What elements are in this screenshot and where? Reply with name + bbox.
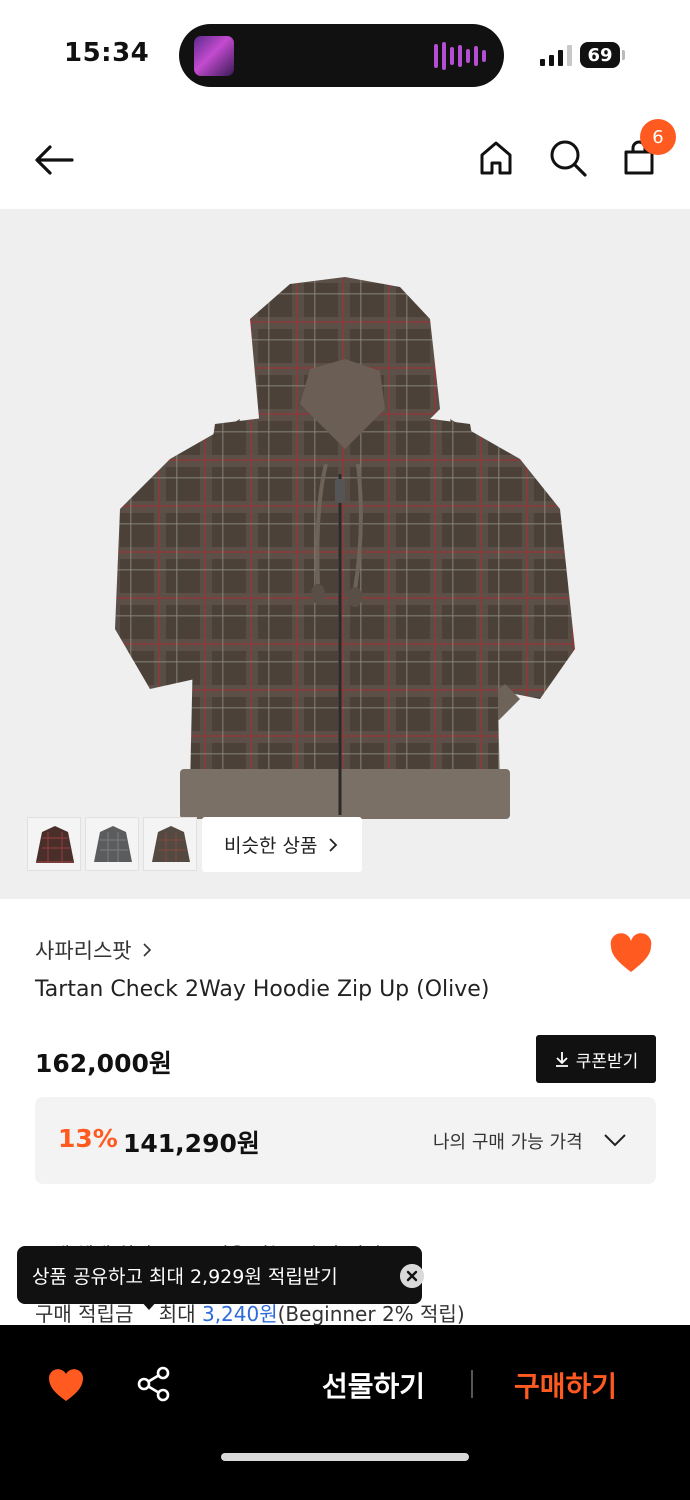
audio-waveform-icon bbox=[434, 42, 486, 70]
chevron-down-icon bbox=[604, 1134, 626, 1147]
cellular-signal-icon bbox=[540, 44, 572, 66]
coupon-button[interactable]: 쿠폰받기 bbox=[536, 1035, 656, 1083]
home-icon[interactable] bbox=[474, 136, 518, 180]
thumbnail-2[interactable] bbox=[85, 817, 139, 871]
toast-text: 상품 공유하고 최대 2,929원 적립받기 bbox=[32, 1265, 338, 1288]
thumbnail-plaid-olive-icon bbox=[152, 826, 190, 862]
points-label: 구매 적립금 bbox=[35, 1302, 134, 1326]
points-suffix: (Beginner 2% 적립) bbox=[277, 1302, 465, 1326]
product-image-gallery[interactable]: 비슷한 상품 bbox=[0, 209, 690, 899]
product-photo bbox=[115, 277, 575, 819]
download-icon bbox=[555, 1052, 568, 1067]
points-prefix: 최대 bbox=[158, 1302, 202, 1326]
status-time: 15:34 bbox=[64, 38, 150, 68]
like-heart-icon[interactable] bbox=[46, 1366, 86, 1404]
brand-link[interactable]: 사파리스팟 bbox=[35, 935, 152, 965]
back-arrow-icon[interactable] bbox=[30, 138, 78, 182]
share-reward-toast[interactable]: 상품 공유하고 최대 2,929원 적립받기 bbox=[17, 1246, 424, 1304]
brand-name: 사파리스팟 bbox=[35, 939, 132, 963]
thumbnail-plaid-grey-icon bbox=[94, 826, 132, 862]
toast-pointer bbox=[140, 1300, 158, 1310]
points-amount: 3,240원 bbox=[201, 1302, 278, 1326]
action-divider bbox=[471, 1370, 473, 1398]
battery-tip-icon bbox=[622, 50, 625, 60]
dynamic-island[interactable] bbox=[179, 24, 504, 87]
thumbnail-strip bbox=[27, 817, 197, 871]
chevron-right-icon bbox=[143, 943, 151, 957]
thumbnail-plaid-brown-icon bbox=[36, 826, 74, 863]
home-indicator[interactable] bbox=[221, 1453, 469, 1461]
gift-button[interactable]: 선물하기 bbox=[322, 1365, 425, 1405]
similar-products-button[interactable]: 비슷한 상품 bbox=[202, 817, 362, 872]
close-icon[interactable] bbox=[400, 1264, 424, 1288]
share-icon[interactable] bbox=[135, 1365, 173, 1403]
bottom-action-bar: 선물하기 구매하기 bbox=[0, 1325, 690, 1500]
search-icon[interactable] bbox=[546, 136, 590, 180]
favorite-heart-icon[interactable] bbox=[608, 932, 654, 976]
coupon-label: 쿠폰받기 bbox=[575, 1051, 639, 1072]
cart-count-badge: 6 bbox=[640, 119, 676, 155]
product-title: Tartan Check 2Way Hoodie Zip Up (Olive) bbox=[35, 977, 490, 1002]
chevron-right-icon bbox=[329, 837, 338, 852]
thumbnail-3[interactable] bbox=[143, 817, 197, 871]
thumbnail-1[interactable] bbox=[27, 817, 81, 871]
my-price-label: 나의 구매 가능 가격 bbox=[433, 1132, 583, 1153]
discount-rate: 13% bbox=[58, 1124, 118, 1153]
original-price: 162,000원 bbox=[35, 1049, 172, 1078]
now-playing-artwork bbox=[194, 36, 234, 76]
discount-price: 141,290원 bbox=[123, 1129, 260, 1158]
status-bar: 15:34 69 bbox=[0, 0, 690, 110]
my-price-panel[interactable]: 13% 141,290원 나의 구매 가능 가격 bbox=[35, 1097, 656, 1184]
battery-indicator: 69 bbox=[580, 42, 620, 68]
buy-button[interactable]: 구매하기 bbox=[514, 1365, 617, 1405]
top-nav bbox=[0, 110, 690, 210]
similar-products-label: 비슷한 상품 bbox=[224, 835, 318, 857]
